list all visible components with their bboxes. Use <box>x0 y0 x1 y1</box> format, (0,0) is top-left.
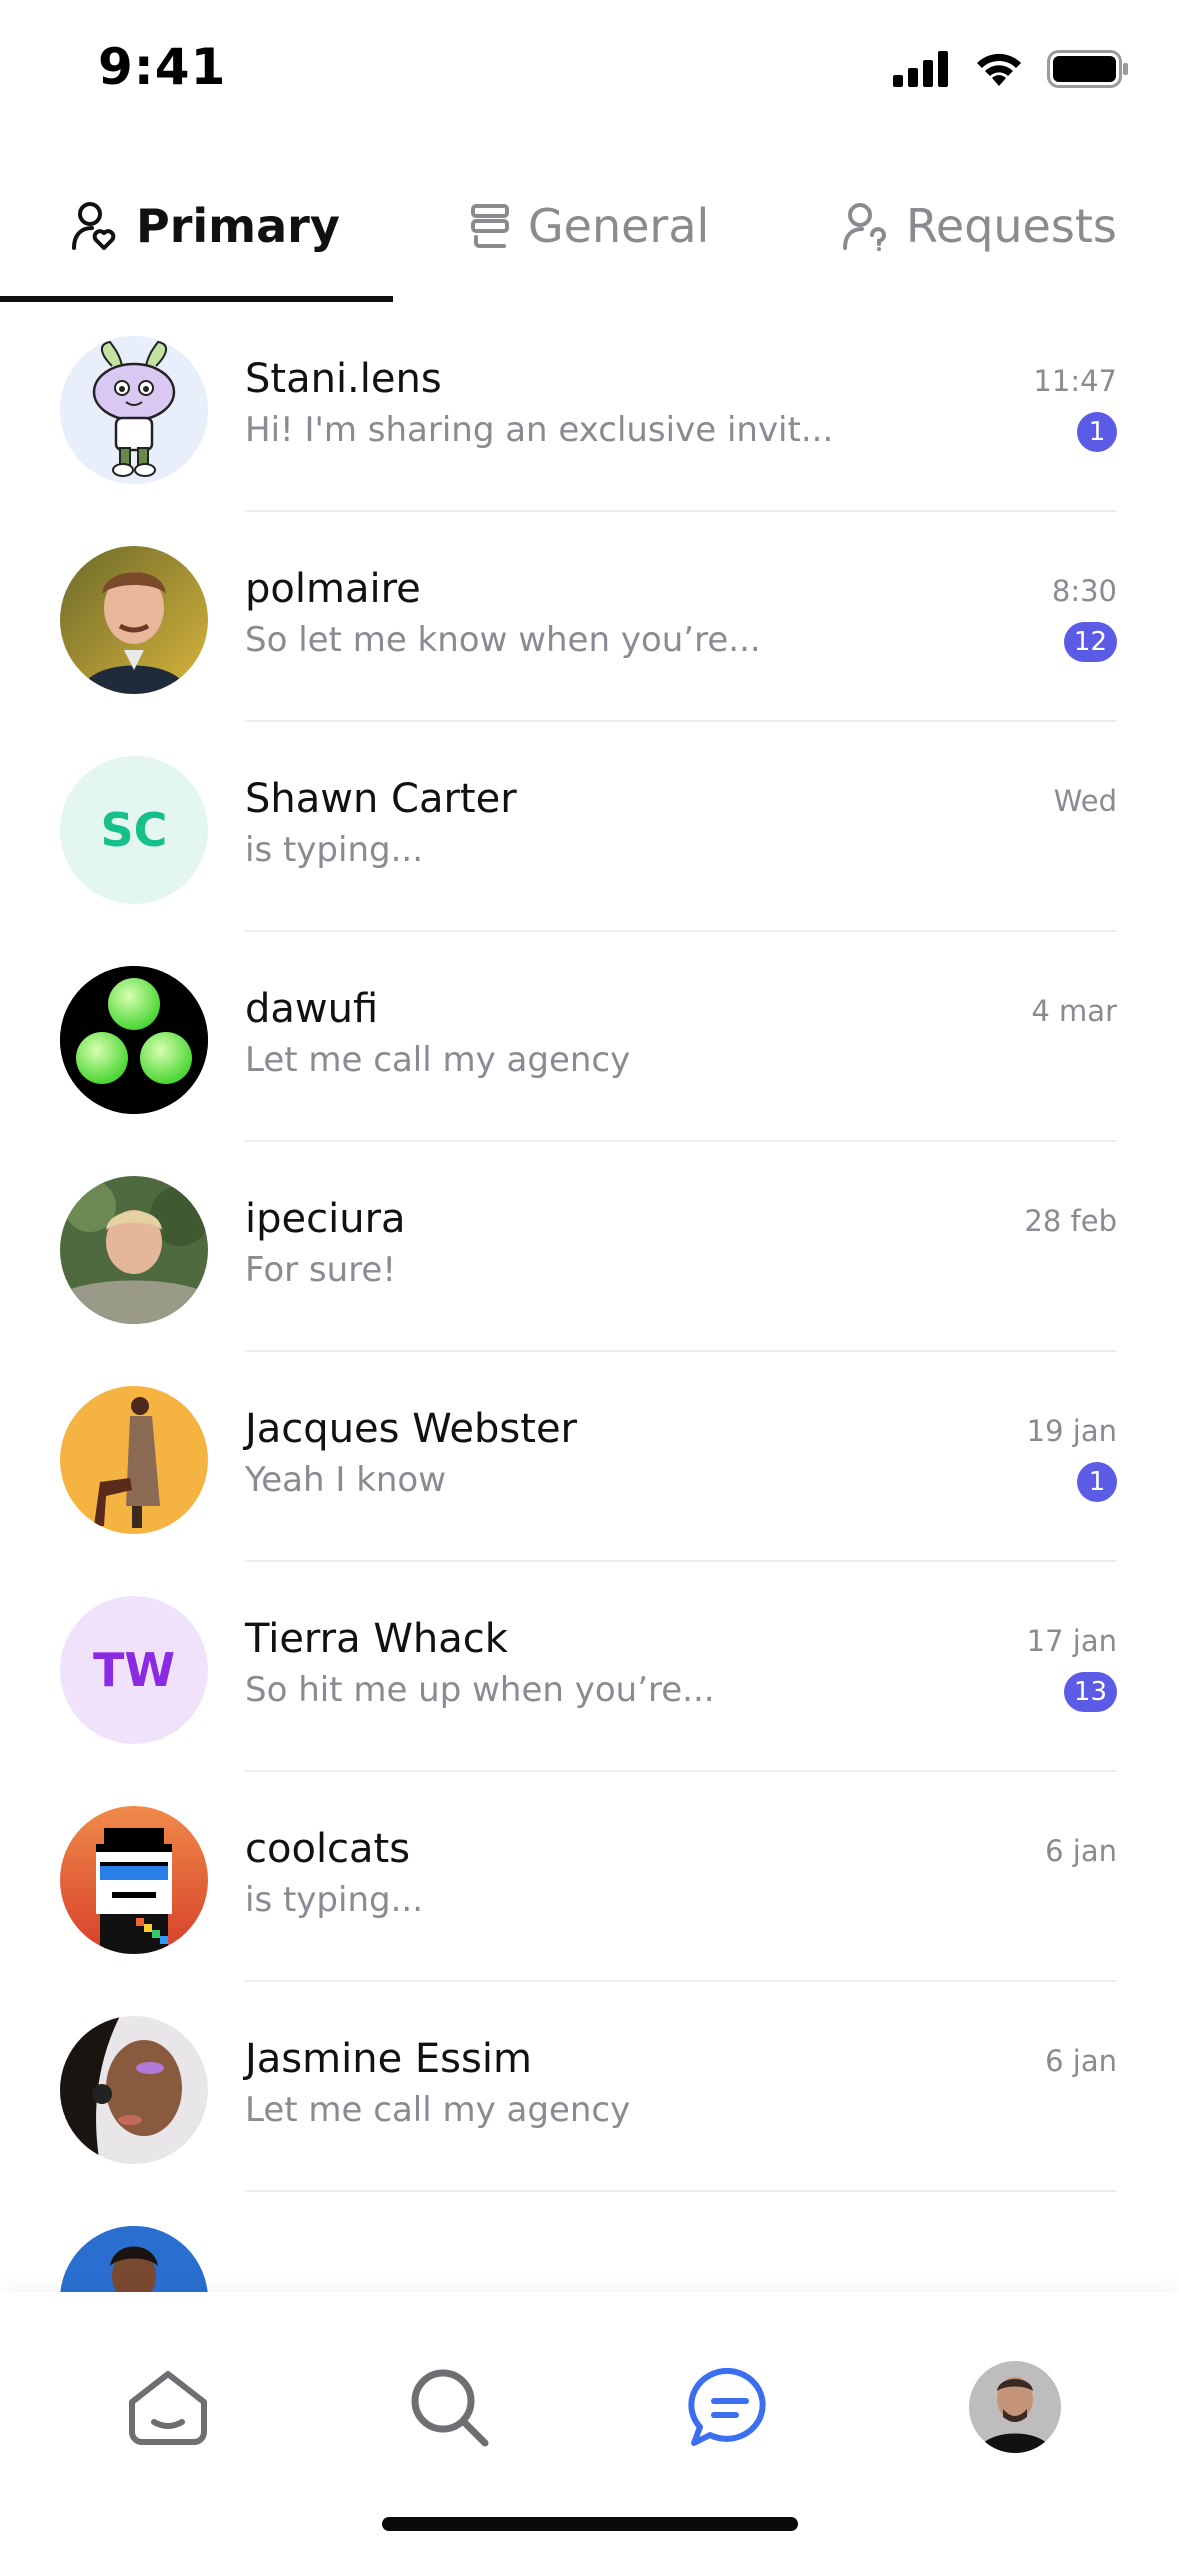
status-bar: 9:41 <box>0 0 1179 150</box>
profile-photo-icon <box>60 2016 208 2164</box>
avatar-jasmine-essim <box>60 2016 208 2164</box>
chat-name: Stani.lens <box>245 356 442 402</box>
chat-name: ipeciura <box>245 1196 406 1242</box>
chat-row-tierra-whack[interactable]: TW Tierra Whack So hit me up when you’re… <box>0 1562 1179 1772</box>
chat-name: Jacques Webster <box>245 1406 577 1452</box>
chat-row-dawufi[interactable]: dawufi Let me call my agency 4 mar <box>0 932 1179 1142</box>
chat-time: 11:47 <box>1033 364 1117 398</box>
profile-avatar <box>969 2361 1061 2453</box>
avatar-coolcats <box>60 1806 208 1954</box>
green-circles-icon <box>60 966 208 1114</box>
profile-photo-icon <box>969 2361 1061 2453</box>
tab-requests[interactable]: Requests <box>842 150 1117 302</box>
chat-preview: Hi! I'm sharing an exclusive invit... <box>245 410 834 450</box>
chat-time: 6 jan <box>1045 1834 1117 1868</box>
tab-primary[interactable]: Primary <box>70 150 340 302</box>
chat-list[interactable]: Stani.lens Hi! I'm sharing an exclusive … <box>0 302 1179 2292</box>
chat-time: Wed <box>1053 784 1117 818</box>
nav-profile[interactable] <box>960 2352 1070 2462</box>
chat-preview: So let me know when you’re... <box>245 620 761 660</box>
avatar-polmaire <box>60 546 208 694</box>
chat-preview: Let me call my agency <box>245 1040 631 1080</box>
avatar-tierra-whack: TW <box>60 1596 208 1744</box>
chat-time: 28 feb <box>1024 1204 1117 1238</box>
chat-row-shawn-carter[interactable]: SC Shawn Carter is typing... Wed <box>0 722 1179 932</box>
status-icons <box>893 50 1129 88</box>
chat-bubble-icon <box>688 2367 766 2446</box>
person-heart-icon <box>72 202 116 250</box>
chat-preview: Yeah I know <box>245 1460 447 1500</box>
tab-general-label: General <box>528 199 710 253</box>
chat-name: Jasmine Essim <box>245 2036 532 2082</box>
chat-preview: is typing... <box>245 1880 424 1920</box>
profile-photo-icon <box>60 546 208 694</box>
chat-row-partial[interactable] <box>0 2192 1179 2292</box>
nav-messages[interactable] <box>675 2352 785 2462</box>
status-time: 9:41 <box>98 38 227 96</box>
avatar-shawn-carter: SC <box>60 756 208 904</box>
tab-general[interactable]: General <box>470 150 709 302</box>
unread-badge: 1 <box>1077 412 1117 452</box>
search-icon <box>411 2369 489 2447</box>
avatar-ipeciura <box>60 1176 208 1324</box>
cellular-signal-icon <box>893 51 948 87</box>
home-icon <box>129 2371 207 2445</box>
chat-time: 17 jan <box>1026 1624 1117 1658</box>
avatar-dawufi <box>60 966 208 1114</box>
chat-row-polmaire[interactable]: polmaire So let me know when you’re... 8… <box>0 512 1179 722</box>
chat-preview: For sure! <box>245 1250 396 1290</box>
nav-home[interactable] <box>113 2352 223 2462</box>
inbox-tabs: Primary General Requests <box>0 150 1179 302</box>
tab-primary-label: Primary <box>136 199 340 253</box>
chat-preview: is typing... <box>245 830 424 870</box>
chat-row-jacques-webster[interactable]: Jacques Webster Yeah I know 19 jan 1 <box>0 1352 1179 1562</box>
avatar-initials: TW <box>92 1643 176 1697</box>
chat-name: Shawn Carter <box>245 776 517 822</box>
profile-photo-icon <box>60 1386 208 1534</box>
chat-name: coolcats <box>245 1826 411 1872</box>
wifi-icon <box>977 53 1021 86</box>
unread-badge: 13 <box>1063 1672 1117 1712</box>
chat-name: Tierra Whack <box>245 1616 508 1662</box>
avatar-jacques-webster <box>60 1386 208 1534</box>
chat-row-jasmine-essim[interactable]: Jasmine Essim Let me call my agency 6 ja… <box>0 1982 1179 2192</box>
home-indicator <box>382 2517 798 2531</box>
chat-name: dawufi <box>245 986 379 1032</box>
battery-icon <box>1047 50 1128 88</box>
chat-preview: Let me call my agency <box>245 2090 631 2130</box>
chat-time: 4 mar <box>1031 994 1117 1028</box>
chat-row-coolcats[interactable]: coolcats is typing... 6 jan <box>0 1772 1179 1982</box>
unread-badge: 1 <box>1077 1462 1117 1502</box>
chat-preview: So hit me up when you’re... <box>245 1670 715 1710</box>
chat-name: polmaire <box>245 566 421 612</box>
avatar-partial <box>60 2226 208 2292</box>
pixel-art-icon <box>60 1806 208 1954</box>
avatar-initials: SC <box>100 803 168 857</box>
profile-photo-icon <box>60 2226 208 2292</box>
person-question-icon <box>843 203 886 251</box>
profile-photo-icon <box>60 1176 208 1324</box>
chat-row-ipeciura[interactable]: ipeciura For sure! 28 feb <box>0 1142 1179 1352</box>
avatar-stani-lens <box>60 336 208 484</box>
cartoon-mascot-icon <box>60 336 208 484</box>
chat-row-stani-lens[interactable]: Stani.lens Hi! I'm sharing an exclusive … <box>0 302 1179 512</box>
chat-time: 6 jan <box>1045 2044 1117 2078</box>
stack-icon <box>471 204 509 248</box>
chat-time: 8:30 <box>1051 574 1117 608</box>
chat-time: 19 jan <box>1026 1414 1117 1448</box>
unread-badge: 12 <box>1063 622 1117 662</box>
nav-search[interactable] <box>394 2352 504 2462</box>
tab-requests-label: Requests <box>906 199 1117 253</box>
